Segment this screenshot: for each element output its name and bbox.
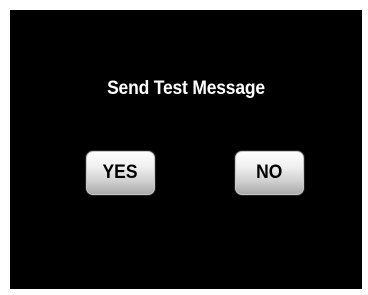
yes-button[interactable]: YES [86,151,155,195]
no-button-label: NO [256,162,283,183]
dialog-screen: Send Test Message YES NO [10,10,362,289]
no-button[interactable]: NO [235,151,304,195]
dialog-title: Send Test Message [107,78,265,99]
yes-button-label: YES [103,162,138,183]
